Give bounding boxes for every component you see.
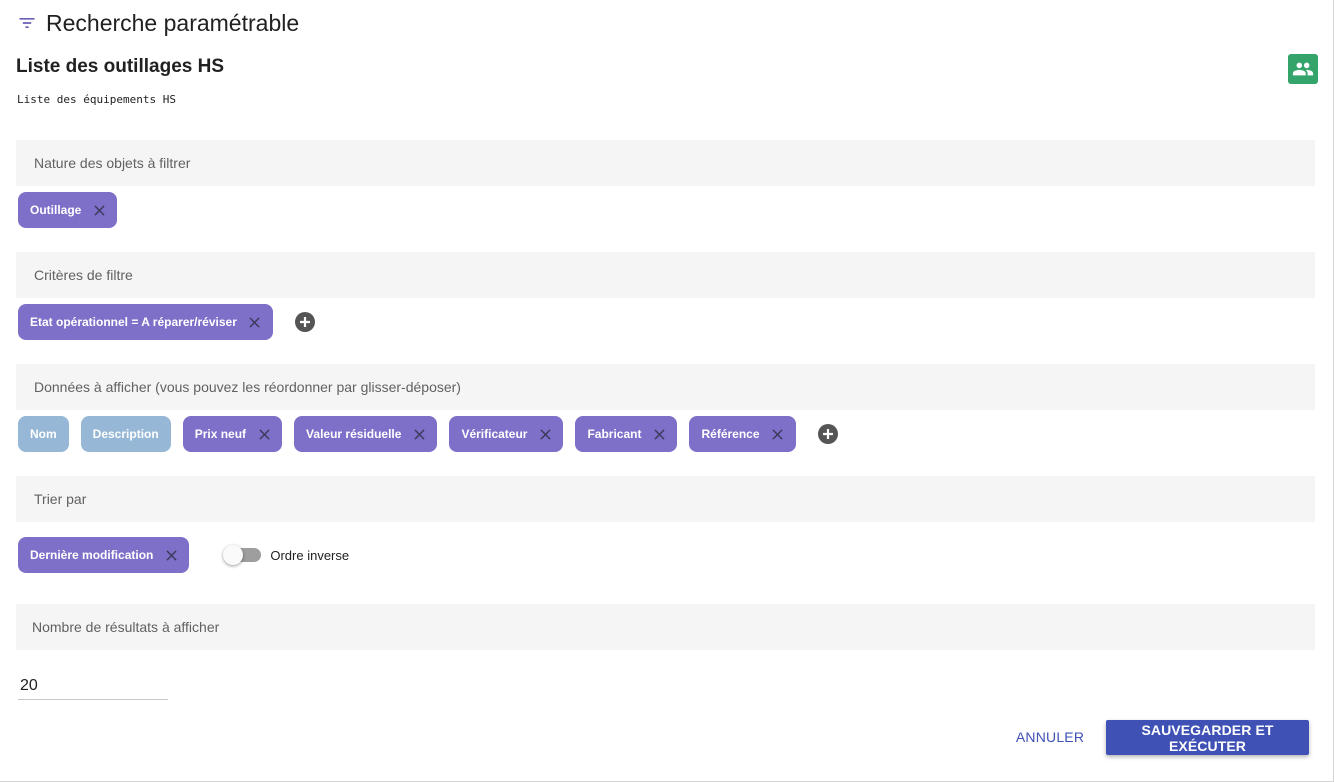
filter-list-icon: [16, 12, 38, 34]
section-results-header: Nombre de résultats à afficher: [16, 604, 1315, 650]
close-icon[interactable]: [772, 428, 784, 440]
chip-label: Etat opérationnel = A réparer/réviser: [30, 315, 237, 329]
close-icon[interactable]: [249, 316, 261, 328]
chip-label: Dernière modification: [30, 548, 154, 562]
section-sort-header: Trier par: [16, 476, 1315, 522]
page-header: Recherche paramétrable: [16, 8, 299, 38]
chip-outillage[interactable]: Outillage: [18, 192, 118, 228]
close-icon[interactable]: [653, 428, 665, 440]
toggle-label: Ordre inverse: [270, 547, 350, 563]
chip-label: Valeur résiduelle: [306, 427, 402, 441]
close-icon[interactable]: [258, 428, 270, 440]
search-config-page: Recherche paramétrable Liste des outilla…: [0, 0, 1334, 782]
group-icon: [1292, 58, 1314, 80]
chip-label: Outillage: [30, 203, 82, 217]
section-criteria-header: Critères de filtre: [16, 252, 1315, 298]
list-description: Liste des équipements HS: [17, 93, 176, 106]
chip-derniere-modification[interactable]: Dernière modification: [18, 537, 190, 573]
chip-description[interactable]: Description: [80, 416, 171, 452]
chip-prix-neuf[interactable]: Prix neuf: [182, 416, 283, 452]
chip-label: Référence: [701, 427, 760, 441]
list-title: Liste des outillages HS: [16, 56, 224, 77]
chip-verificateur[interactable]: Vérificateur: [449, 416, 564, 452]
chip-label: Fabricant: [587, 427, 642, 441]
section-nature-header: Nature des objets à filtrer: [16, 140, 1315, 186]
cancel-button[interactable]: ANNULER: [1008, 720, 1092, 754]
save-and-run-button[interactable]: SAUVEGARDER ET EXÉCUTER: [1106, 720, 1309, 755]
close-icon[interactable]: [413, 428, 425, 440]
add-criterion-icon[interactable]: [294, 312, 315, 332]
chip-valeur-residuelle[interactable]: Valeur résiduelle: [294, 416, 438, 452]
chip-etat-operationnel[interactable]: Etat opérationnel = A réparer/réviser: [18, 304, 273, 340]
chip-label: Vérificateur: [461, 427, 528, 441]
page-title: Recherche paramétrable: [46, 9, 300, 36]
chip-nom[interactable]: Nom: [18, 416, 69, 452]
toggle-track[interactable]: [223, 545, 262, 565]
chip-label: Prix neuf: [194, 427, 247, 441]
chip-reference[interactable]: Référence: [689, 416, 796, 452]
reverse-order-toggle[interactable]: Ordre inverse: [223, 545, 350, 565]
close-icon[interactable]: [165, 549, 177, 561]
display-chip-list: Nom Description Prix neuf Valeur résidue…: [18, 416, 838, 452]
add-column-icon[interactable]: [817, 424, 838, 444]
nature-chip-list: Outillage: [18, 192, 129, 228]
close-icon[interactable]: [93, 204, 105, 216]
toggle-thumb[interactable]: [223, 545, 244, 565]
chip-label: Description: [92, 427, 159, 441]
results-count-input[interactable]: [18, 672, 168, 700]
section-display-header: Données à afficher (vous pouvez les réor…: [16, 364, 1315, 410]
sort-chip-list: Dernière modification Ordre inverse: [18, 537, 349, 573]
chip-label: Nom: [30, 427, 57, 441]
criteria-chip-list: Etat opérationnel = A réparer/réviser: [18, 304, 315, 340]
share-button[interactable]: [1288, 54, 1318, 84]
chip-fabricant[interactable]: Fabricant: [575, 416, 678, 452]
close-icon[interactable]: [539, 428, 551, 440]
